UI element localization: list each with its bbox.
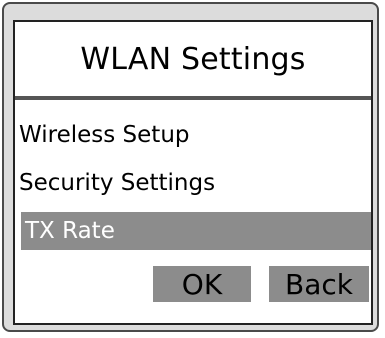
menu-item-label: Security Settings: [19, 170, 216, 196]
title-divider: [15, 96, 371, 100]
back-button[interactable]: Back: [269, 266, 369, 302]
title-bar: WLAN Settings: [15, 22, 371, 96]
lcd-screen: WLAN Settings Wireless Setup Security Se…: [13, 20, 373, 325]
menu-item-wireless-setup[interactable]: Wireless Setup: [15, 116, 371, 154]
menu-item-tx-rate[interactable]: TX Rate: [21, 212, 371, 250]
device-frame: WLAN Settings Wireless Setup Security Se…: [2, 2, 379, 332]
menu-item-label: TX Rate: [25, 218, 115, 244]
ok-button[interactable]: OK: [153, 266, 251, 302]
menu-item-security-settings[interactable]: Security Settings: [15, 164, 371, 202]
page-title: WLAN Settings: [80, 41, 306, 77]
menu-item-label: Wireless Setup: [19, 122, 190, 148]
